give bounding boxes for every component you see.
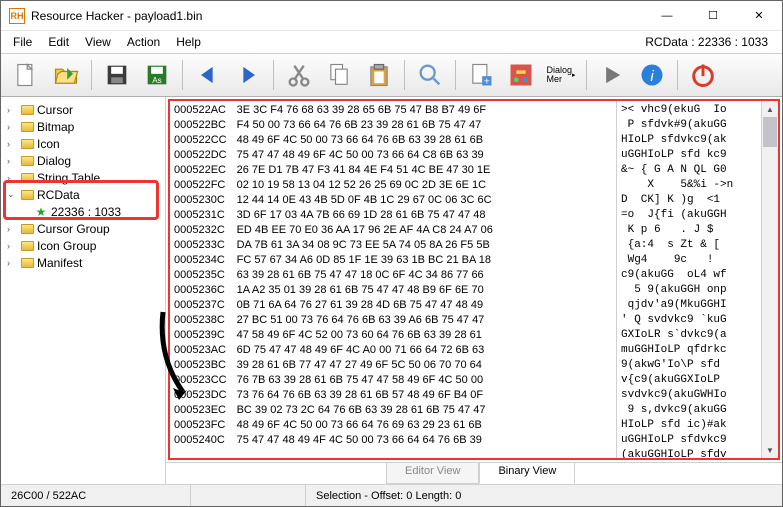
window-title: Resource Hacker - payload1.bin <box>31 9 644 23</box>
titlebar: RH Resource Hacker - payload1.bin — ☐ ✕ <box>1 1 782 31</box>
toolbar-separator <box>586 60 587 90</box>
path-indicator: RCData : 22336 : 1033 <box>645 35 778 49</box>
save-button[interactable] <box>98 56 136 94</box>
tree-item[interactable]: ›Manifest <box>3 254 163 271</box>
tree-item[interactable]: ›Bitmap <box>3 118 163 135</box>
toolbar-separator <box>91 60 92 90</box>
menu-edit[interactable]: Edit <box>40 33 77 51</box>
main-area: ›Cursor›Bitmap›Icon›Dialog›String Table⌄… <box>1 97 782 484</box>
toolbar-separator <box>677 60 678 90</box>
resource-tree[interactable]: ›Cursor›Bitmap›Icon›Dialog›String Table⌄… <box>1 97 166 484</box>
maximize-button[interactable]: ☐ <box>690 1 736 31</box>
add-resource-button[interactable]: + <box>462 56 500 94</box>
cut-button[interactable] <box>280 56 318 94</box>
minimize-button[interactable]: — <box>644 1 690 31</box>
tree-item[interactable]: ⌄RCData <box>3 186 163 203</box>
save-as-button[interactable]: As <box>138 56 176 94</box>
dialog-button[interactable]: DialogMer▸ <box>542 56 580 94</box>
new-file-button[interactable] <box>7 56 45 94</box>
toolbar: As + DialogMer▸ i <box>1 53 782 97</box>
tree-item-child[interactable]: ★22336 : 1033 <box>3 203 163 220</box>
toolbar-separator <box>404 60 405 90</box>
hex-addresses: 000522AC 000522BC 000522CC 000522DC 0005… <box>174 103 227 456</box>
hex-bytes: 3E 3C F4 76 68 63 39 28 65 6B 75 47 B8 B… <box>227 103 493 456</box>
scrollbar[interactable]: ▲ ▼ <box>761 101 778 458</box>
forward-button[interactable] <box>229 56 267 94</box>
open-file-button[interactable] <box>47 56 85 94</box>
svg-text:As: As <box>152 76 162 85</box>
menu-view[interactable]: View <box>77 33 119 51</box>
power-button[interactable] <box>684 56 722 94</box>
tree-item[interactable]: ›Dialog <box>3 152 163 169</box>
status-offset: 26C00 / 522AC <box>1 485 191 506</box>
run-button[interactable] <box>593 56 631 94</box>
scroll-down-icon[interactable]: ▼ <box>762 442 778 458</box>
status-selection: Selection - Offset: 0 Length: 0 <box>306 485 782 506</box>
app-icon: RH <box>9 8 25 24</box>
search-button[interactable] <box>411 56 449 94</box>
view-tabs: Editor View Binary View <box>166 462 782 484</box>
tree-item[interactable]: ›String Table <box>3 169 163 186</box>
menubar: File Edit View Action Help RCData : 2233… <box>1 31 782 53</box>
tab-binary-view[interactable]: Binary View <box>479 463 575 484</box>
statusbar: 26C00 / 522AC Selection - Offset: 0 Leng… <box>1 484 782 506</box>
hex-view[interactable]: 000522AC 000522BC 000522CC 000522DC 0005… <box>168 99 780 460</box>
close-button[interactable]: ✕ <box>736 1 782 31</box>
toolbar-separator <box>182 60 183 90</box>
back-button[interactable] <box>189 56 227 94</box>
toolbar-separator <box>273 60 274 90</box>
hex-ascii: >< vhc9(ekuG Io P sfdvk#9(akuGG HIoLP sf… <box>616 101 761 458</box>
copy-button[interactable] <box>320 56 358 94</box>
info-button[interactable]: i <box>633 56 671 94</box>
tree-item[interactable]: ›Icon Group <box>3 237 163 254</box>
scroll-thumb[interactable] <box>763 117 777 147</box>
paste-button[interactable] <box>360 56 398 94</box>
tree-item[interactable]: ›Cursor <box>3 101 163 118</box>
content-panel: 000522AC 000522BC 000522CC 000522DC 0005… <box>166 97 782 484</box>
toolbar-separator <box>455 60 456 90</box>
tree-item[interactable]: ›Cursor Group <box>3 220 163 237</box>
scroll-up-icon[interactable]: ▲ <box>762 101 778 117</box>
status-empty <box>191 485 306 506</box>
menu-file[interactable]: File <box>5 33 40 51</box>
menu-action[interactable]: Action <box>119 33 168 51</box>
menu-help[interactable]: Help <box>168 33 209 51</box>
svg-text:+: + <box>484 75 490 87</box>
rc-button[interactable] <box>502 56 540 94</box>
tab-editor-view[interactable]: Editor View <box>386 463 479 484</box>
tree-item[interactable]: ›Icon <box>3 135 163 152</box>
